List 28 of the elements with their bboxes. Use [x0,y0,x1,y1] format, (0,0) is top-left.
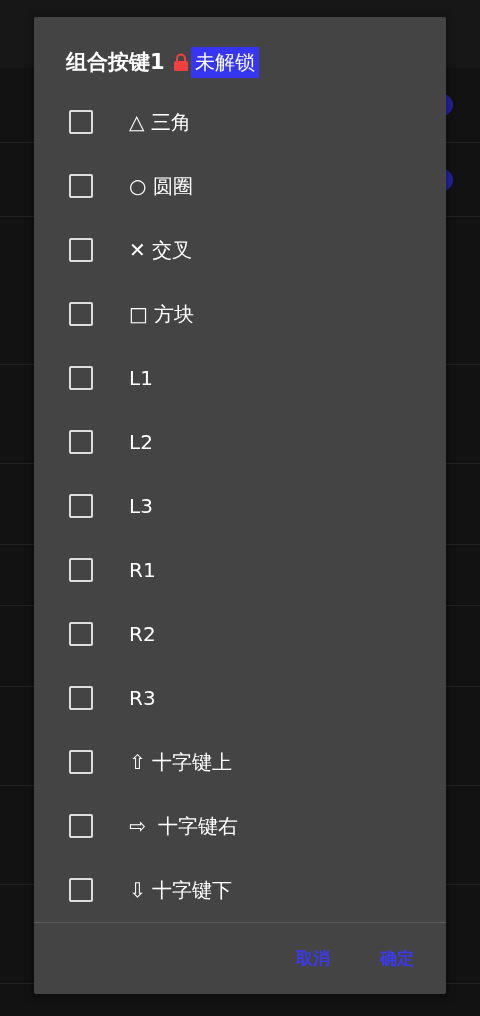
dialog-title: 组合按键1 [66,49,165,76]
checkbox[interactable] [69,302,93,326]
option-label[interactable]: ⇩ 十字键下 [129,876,233,904]
option-label[interactable]: ⇧ 十字键上 [129,748,233,776]
checkbox[interactable] [69,174,93,198]
checkbox[interactable] [69,750,93,774]
checkbox[interactable] [69,366,93,390]
checkbox[interactable] [69,558,93,582]
option-label[interactable]: □ 方块 [129,300,195,328]
checkbox[interactable] [69,238,93,262]
option-label[interactable]: ✕ 交叉 [129,236,193,264]
option-label[interactable]: R1 [129,558,156,582]
option-label[interactable]: △ 三角 [129,108,191,136]
option-label[interactable]: L1 [129,366,153,390]
lock-status-label: 未解锁 [190,46,259,78]
option-label[interactable]: ○ 圆圈 [129,172,193,200]
option-label[interactable]: ⇨ 十字键右 [129,812,239,840]
checkbox[interactable] [69,430,93,454]
checkbox[interactable] [69,622,93,646]
option-label[interactable]: L2 [129,430,153,454]
option-label[interactable]: L3 [129,494,153,518]
option-label[interactable]: R2 [129,622,156,646]
checkbox[interactable] [69,814,93,838]
checkbox[interactable] [69,110,93,134]
checkbox[interactable] [69,686,93,710]
checkbox[interactable] [69,494,93,518]
option-label[interactable]: R3 [129,686,156,710]
checkbox[interactable] [69,878,93,902]
